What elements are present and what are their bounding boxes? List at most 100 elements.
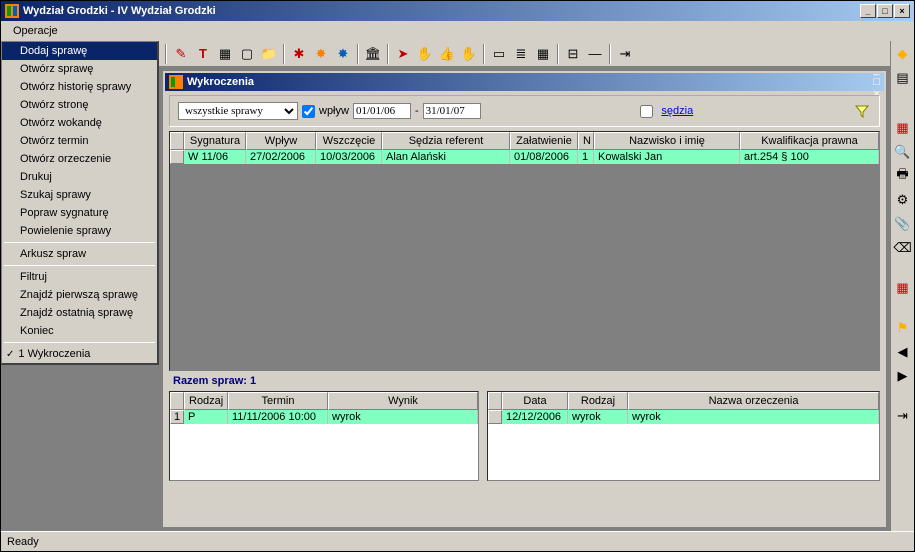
date-to-input[interactable] (423, 103, 481, 119)
right-grid-body[interactable]: 12/12/2006 wyrok wyrok (488, 410, 879, 480)
minimize-button[interactable]: _ (860, 4, 876, 18)
cell-rodzaj: P (184, 410, 228, 424)
menu-otworz-sprawe[interactable]: Otwórz sprawę (2, 60, 157, 78)
col-wplyw[interactable]: Wpływ (246, 132, 316, 150)
grid-icon[interactable]: ▦ (894, 119, 912, 137)
menu-drukuj[interactable]: Drukuj (2, 168, 157, 186)
col-sedzia[interactable]: Sędzia referent (382, 132, 510, 150)
child-maximize-button[interactable]: □ (873, 76, 880, 88)
child-titlebar: Wykroczenia _ □ × (165, 73, 884, 91)
menu-powielenie[interactable]: Powielenie sprawy (2, 222, 157, 240)
col-wszczecie[interactable]: Wszczęcie (316, 132, 382, 150)
status-text: Ready (7, 536, 39, 548)
filter-bar: wszystkie sprawy wpływ - sędzia (169, 95, 880, 127)
col-nazwa[interactable]: Nazwa orzeczenia (628, 392, 879, 410)
col-n[interactable]: N (578, 132, 594, 150)
equals-icon[interactable]: ⊟ (563, 44, 583, 64)
menu-otworz-wokande[interactable]: Otwórz wokandę (2, 114, 157, 132)
col-data[interactable]: Data (502, 392, 568, 410)
menu-otworz-orzeczenie[interactable]: Otwórz orzeczenie (2, 150, 157, 168)
exit-icon[interactable]: ⇥ (615, 44, 635, 64)
palm-icon[interactable]: ✋ (459, 44, 479, 64)
pencil-icon[interactable]: ✎ (171, 44, 191, 64)
child-window: Wykroczenia _ □ × wszystkie sprawy wpływ… (163, 71, 886, 527)
menu-dodaj-sprawe[interactable]: Dodaj sprawę (2, 42, 157, 60)
left-grid-body[interactable]: 1 P 11/11/2006 10:00 wyrok (170, 410, 478, 480)
exit2-icon[interactable]: ⇥ (894, 407, 912, 425)
table-row[interactable]: 1 P 11/11/2006 10:00 wyrok (170, 410, 478, 424)
right-sub-grid: Data Rodzaj Nazwa orzeczenia 12/12/2006 … (487, 391, 880, 481)
main-area: Dodaj sprawę Otwórz sprawę Otwórz histor… (1, 41, 914, 531)
folder-icon[interactable]: 📁 (259, 44, 279, 64)
erase-icon[interactable]: ⌫ (894, 239, 912, 257)
book-icon[interactable]: ▤ (894, 69, 912, 87)
bug-icon[interactable]: ✱ (289, 44, 309, 64)
col-rodzaj[interactable]: Rodzaj (184, 392, 228, 410)
menu-koniec[interactable]: Koniec (2, 322, 157, 340)
toolbar-separator (357, 44, 359, 64)
t-icon[interactable]: T (193, 44, 213, 64)
maximize-button[interactable]: □ (877, 4, 893, 18)
line-icon[interactable]: — (585, 44, 605, 64)
sedzia-checkbox[interactable] (640, 105, 653, 118)
thumbs-icon[interactable]: 👍 (437, 44, 457, 64)
sprawy-select[interactable]: wszystkie sprawy (178, 102, 298, 120)
menu-otworz-historie[interactable]: Otwórz historię sprawy (2, 78, 157, 96)
wplyw-checkbox[interactable] (302, 105, 315, 118)
sedzia-link[interactable]: sędzia (661, 105, 693, 117)
col-sygnatura[interactable]: Sygnatura (184, 132, 246, 150)
menu-separator (4, 265, 155, 266)
menu-operacje[interactable]: Operacje (5, 23, 66, 39)
date-from-input[interactable] (353, 103, 411, 119)
next-icon[interactable]: ▶ (894, 367, 912, 385)
row-header-corner (488, 392, 502, 410)
close-button[interactable]: × (894, 4, 910, 18)
menu-znajdz-ostatnia[interactable]: Znajdź ostatnią sprawę (2, 304, 157, 322)
funnel-icon[interactable] (853, 102, 871, 120)
grid-icon[interactable]: ▦ (215, 44, 235, 64)
col-wynik[interactable]: Wynik (328, 392, 478, 410)
building-icon[interactable]: 🏛 (363, 44, 383, 64)
table-row[interactable]: 12/12/2006 wyrok wyrok (488, 410, 879, 424)
blue-star-icon[interactable]: ✸ (333, 44, 353, 64)
col-rodzaj2[interactable]: Rodzaj (568, 392, 628, 410)
diamond-icon[interactable]: ◆ (894, 45, 912, 63)
cell-kwalifikacja: art.254 § 100 (740, 150, 879, 164)
print-icon[interactable]: 🖶 (894, 167, 912, 185)
grid2-icon[interactable]: ▦ (533, 44, 553, 64)
menu-otworz-strone[interactable]: Otwórz stronę (2, 96, 157, 114)
menu-arkusz-spraw[interactable]: Arkusz spraw (2, 245, 157, 263)
calendar-icon[interactable]: ▦ (894, 279, 912, 297)
star-icon[interactable]: ✸ (311, 44, 331, 64)
menu-wykroczenia-checked[interactable]: 1 Wykroczenia (2, 345, 157, 363)
main-grid-body[interactable]: W 11/06 27/02/2006 10/03/2006 Alan Alańs… (170, 150, 879, 370)
col-zalatwienie[interactable]: Załatwienie (510, 132, 578, 150)
clip-icon[interactable]: 📎 (894, 215, 912, 233)
menu-popraw-sygnature[interactable]: Popraw sygnaturę (2, 204, 157, 222)
table-row[interactable]: W 11/06 27/02/2006 10/03/2006 Alan Alańs… (170, 150, 879, 164)
hand-icon[interactable]: ✋ (415, 44, 435, 64)
list-icon[interactable]: ≣ (511, 44, 531, 64)
new-doc-icon[interactable]: ▢ (237, 44, 257, 64)
cell-nazwa: wyrok (628, 410, 879, 424)
prev-icon[interactable]: ◀ (894, 343, 912, 361)
col-termin[interactable]: Termin (228, 392, 328, 410)
menu-filtruj[interactable]: Filtruj (2, 268, 157, 286)
col-nazwisko[interactable]: Nazwisko i imię (594, 132, 740, 150)
arrow-icon[interactable]: ➤ (393, 44, 413, 64)
card-icon[interactable]: ▭ (489, 44, 509, 64)
right-toolbar: ◆ ▤ ▦ 🔍 🖶 ⚙ 📎 ⌫ ▦ ⚑ ◀ ▶ ⇥ (890, 41, 914, 531)
toolbar-separator (387, 44, 389, 64)
menu-znajdz-pierwsza[interactable]: Znajdź pierwszą sprawę (2, 286, 157, 304)
col-kwalifikacja[interactable]: Kwalifikacja prawna (740, 132, 879, 150)
gear-icon[interactable]: ⚙ (894, 191, 912, 209)
flag-icon[interactable]: ⚑ (894, 319, 912, 337)
child-icon (169, 75, 183, 89)
titlebar: Wydział Grodzki - IV Wydział Grodzki _ □… (1, 1, 914, 21)
cell-n: 1 (578, 150, 594, 164)
menu-otworz-termin[interactable]: Otwórz termin (2, 132, 157, 150)
menu-szukaj[interactable]: Szukaj sprawy (2, 186, 157, 204)
toolbar-separator (283, 44, 285, 64)
search-icon[interactable]: 🔍 (894, 143, 912, 161)
child-minimize-button[interactable]: _ (873, 64, 880, 76)
